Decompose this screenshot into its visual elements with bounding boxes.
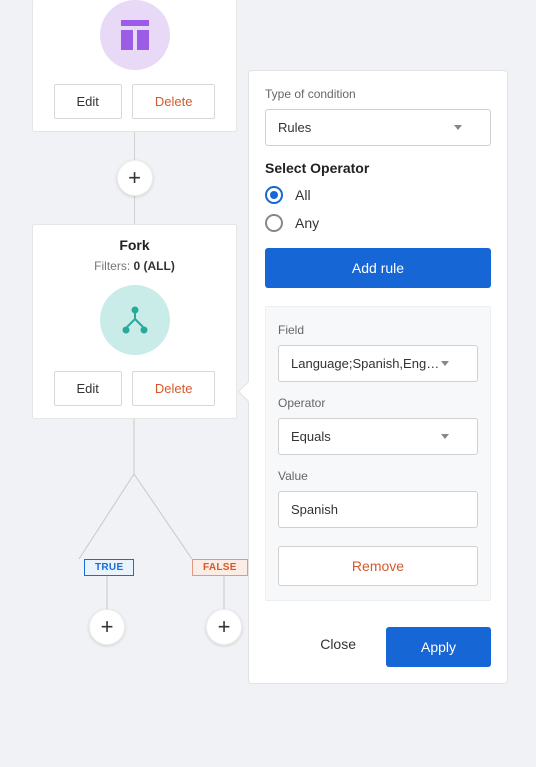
filters-value: 0 (ALL) bbox=[134, 259, 175, 273]
add-node-button[interactable]: + bbox=[117, 160, 153, 196]
chevron-down-icon bbox=[441, 434, 449, 439]
flow-column: Edit Delete + Fork Filters: 0 (ALL) Edit… bbox=[32, 0, 237, 654]
filters-label: Filters: bbox=[94, 259, 133, 273]
edit-button[interactable]: Edit bbox=[54, 371, 122, 406]
chevron-down-icon bbox=[454, 125, 462, 130]
operator-label: Operator bbox=[278, 396, 478, 410]
radio-input bbox=[265, 186, 283, 204]
select-value: Equals bbox=[291, 429, 331, 444]
delete-button[interactable]: Delete bbox=[132, 371, 216, 406]
branch-area: TRUE FALSE + + bbox=[32, 419, 237, 654]
close-button[interactable]: Close bbox=[320, 636, 356, 652]
field-select[interactable]: Language;Spanish,English bbox=[278, 345, 478, 382]
connector-line bbox=[134, 132, 135, 160]
condition-panel: Type of condition Rules Select Operator … bbox=[248, 70, 508, 684]
fork-icon bbox=[100, 285, 170, 355]
operator-select[interactable]: Equals bbox=[278, 418, 478, 455]
chevron-down-icon bbox=[441, 361, 449, 366]
flow-card-fork: Fork Filters: 0 (ALL) Edit Delete bbox=[32, 224, 237, 419]
field-label: Field bbox=[278, 323, 478, 337]
select-value: Language;Spanish,English bbox=[291, 356, 441, 371]
flow-card-1: Edit Delete bbox=[32, 0, 237, 132]
radio-all[interactable]: All bbox=[265, 186, 491, 204]
type-of-condition-label: Type of condition bbox=[265, 87, 491, 101]
radio-label: All bbox=[295, 187, 311, 203]
radio-label: Any bbox=[295, 215, 319, 231]
grid-layout-icon bbox=[100, 0, 170, 70]
add-node-button-false[interactable]: + bbox=[206, 609, 242, 645]
branch-connector-lines bbox=[32, 419, 237, 654]
connector-line bbox=[134, 196, 135, 224]
radio-input bbox=[265, 214, 283, 232]
edit-button[interactable]: Edit bbox=[54, 84, 122, 119]
apply-button[interactable]: Apply bbox=[386, 627, 491, 667]
radio-any[interactable]: Any bbox=[265, 214, 491, 232]
card-button-row: Edit Delete bbox=[45, 371, 224, 406]
panel-footer: Close Apply bbox=[265, 621, 491, 667]
rule-block: Field Language;Spanish,English Operator … bbox=[265, 306, 491, 601]
value-label: Value bbox=[278, 469, 478, 483]
add-node-button-true[interactable]: + bbox=[89, 609, 125, 645]
branch-badge-false[interactable]: FALSE bbox=[192, 559, 248, 576]
branch-badge-true[interactable]: TRUE bbox=[84, 559, 134, 576]
card-subtitle: Filters: 0 (ALL) bbox=[45, 259, 224, 273]
type-of-condition-select[interactable]: Rules bbox=[265, 109, 491, 146]
remove-rule-button[interactable]: Remove bbox=[278, 546, 478, 586]
card-title: Fork bbox=[45, 237, 224, 253]
card-button-row: Edit Delete bbox=[45, 84, 224, 119]
select-value: Rules bbox=[278, 120, 311, 135]
add-rule-button[interactable]: Add rule bbox=[265, 248, 491, 288]
delete-button[interactable]: Delete bbox=[132, 84, 216, 119]
select-operator-heading: Select Operator bbox=[265, 160, 491, 176]
value-input[interactable] bbox=[278, 491, 478, 528]
